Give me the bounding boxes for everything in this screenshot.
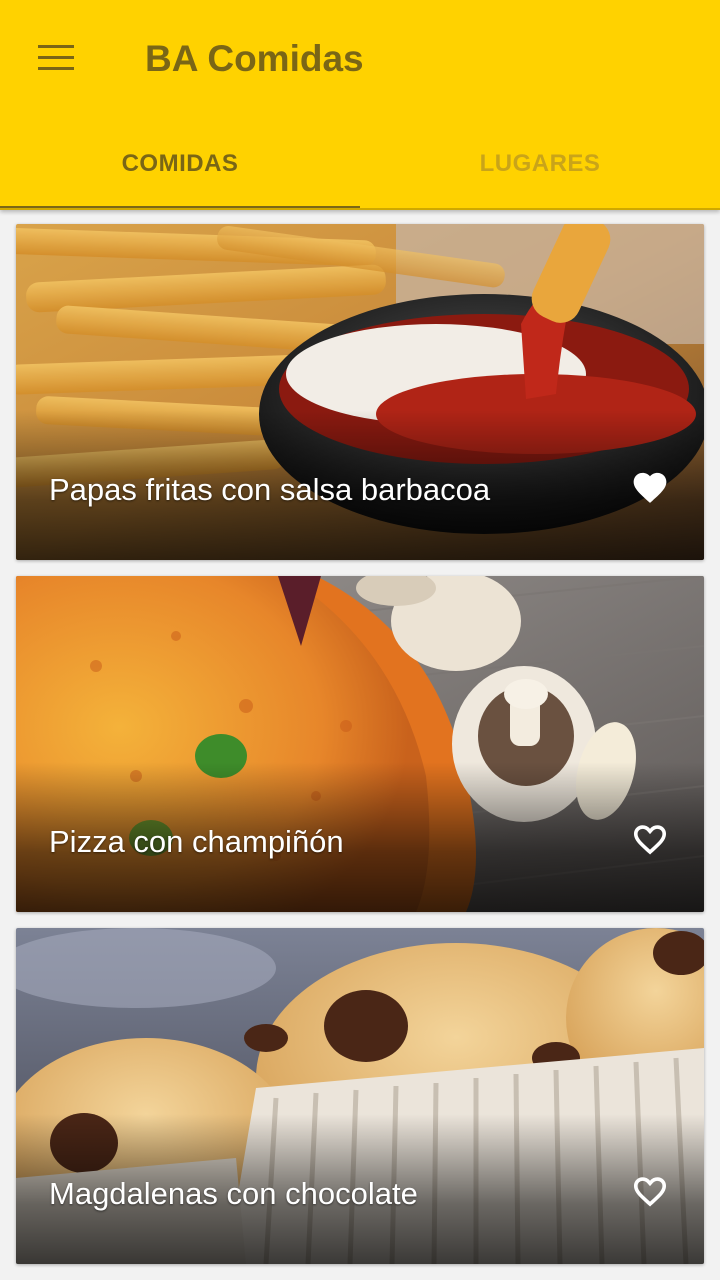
heart-outline-icon: [633, 1177, 667, 1207]
tab-bar: COMIDAS LUGARES: [0, 118, 720, 210]
card-title: Pizza con champiñón: [49, 824, 344, 859]
card-title: Magdalenas con chocolate: [49, 1176, 418, 1211]
tab-comidas[interactable]: COMIDAS: [0, 118, 360, 210]
app-title: BA Comidas: [145, 38, 364, 79]
app-bar: BA Comidas COMIDAS LUGARES: [0, 0, 720, 210]
heart-outline-icon: [633, 825, 667, 855]
hamburger-menu-icon: [38, 45, 74, 70]
food-card-papas-fritas[interactable]: Papas fritas con salsa barbacoa: [16, 224, 704, 560]
divider: [0, 208, 720, 210]
heart-filled-icon: [633, 472, 667, 503]
food-card-pizza[interactable]: Pizza con champiñón: [16, 576, 704, 912]
card-title: Papas fritas con salsa barbacoa: [49, 472, 491, 507]
menu-button[interactable]: [22, 30, 90, 86]
favorite-button[interactable]: [630, 820, 670, 856]
tab-lugares[interactable]: LUGARES: [360, 118, 720, 210]
favorite-button[interactable]: [630, 468, 670, 504]
favorite-button[interactable]: [630, 1172, 670, 1208]
food-card-magdalenas[interactable]: Magdalenas con chocolate: [16, 928, 704, 1264]
